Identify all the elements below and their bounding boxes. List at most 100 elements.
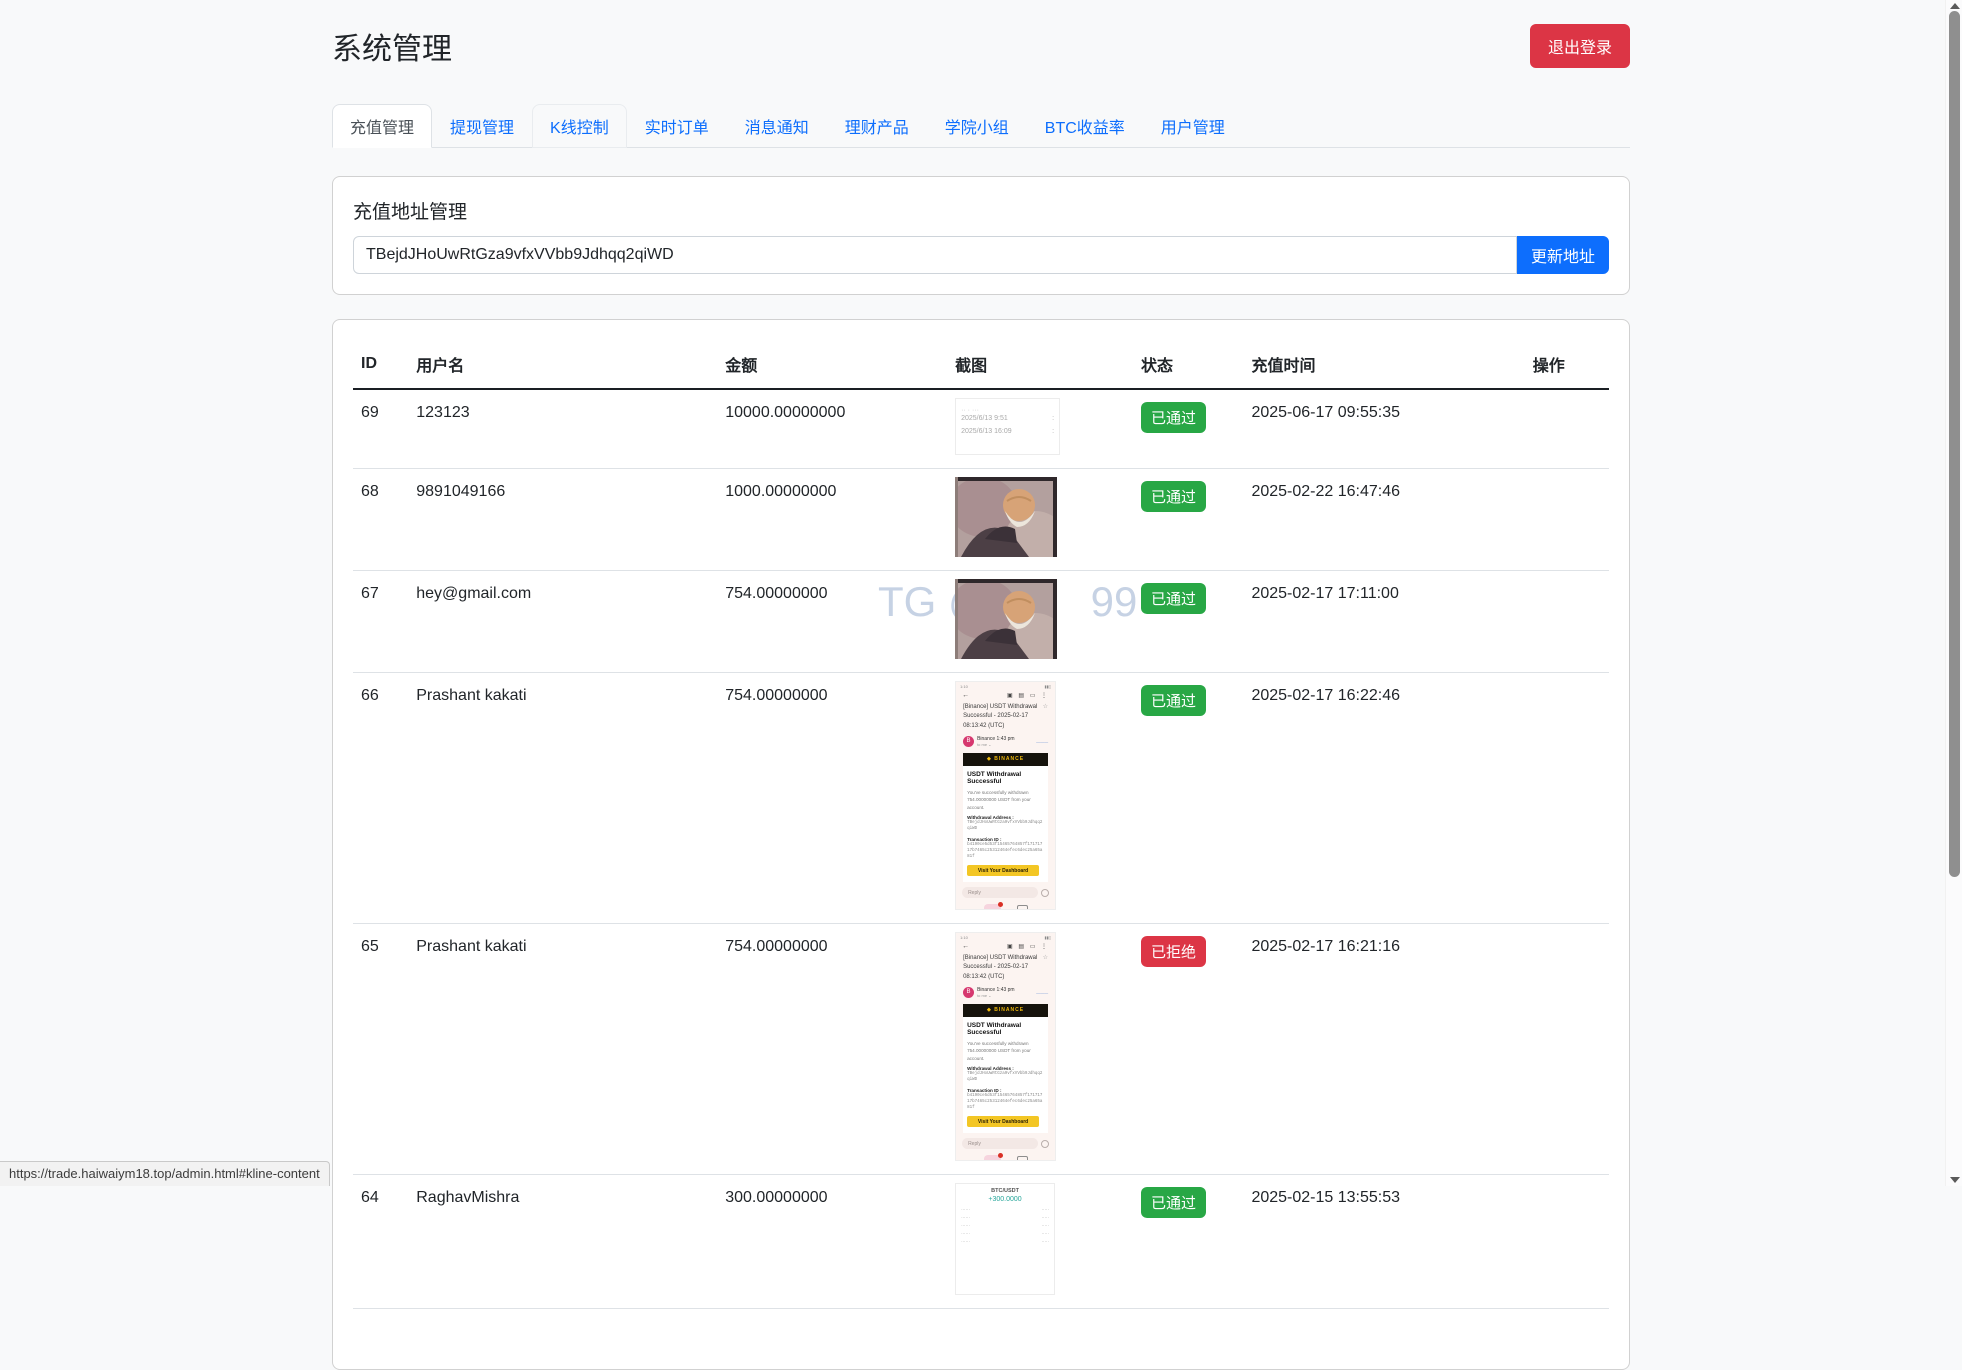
column-header-0: ID	[353, 340, 408, 389]
row-screenshot-cell: ·· · ···2025/6/13 9:51:2025/6/13 16:09:	[947, 389, 1133, 469]
tab-withdraw[interactable]: 提现管理	[432, 104, 532, 148]
row-time: 2025-02-22 16:47:46	[1243, 469, 1524, 571]
sender-meta: to me ⌄	[977, 742, 1015, 747]
phone-time: 1:10	[960, 935, 968, 940]
receipt-amount: +300.0000	[961, 1196, 1049, 1203]
withdrawal-address-value: TBejdJHoUwRtGza9vfxVVbb9Jdhqq2qiWD	[967, 820, 1044, 833]
screenshot-thumbnail-photo[interactable]	[955, 477, 1057, 557]
mail-sender-row: BBinance 1:43 pmto me ⌄ ———	[956, 734, 1055, 751]
tab-academy[interactable]: 学院小组	[927, 104, 1027, 148]
row-username: hey@gmail.com	[408, 571, 717, 673]
camera-app-icon	[1017, 905, 1028, 910]
tab-bar: 充值管理提现管理K线控制实时订单消息通知理财产品学院小组BTC收益率用户管理	[332, 104, 1630, 148]
update-address-button[interactable]: 更新地址	[1517, 236, 1609, 274]
row-actions	[1525, 673, 1609, 924]
star-icon: ☆	[1043, 954, 1048, 963]
receipt-label: ······	[961, 1230, 970, 1238]
row-screenshot-cell: 1:10▮▮▯←▣ ▤ ▭ ⋮☆[Binance] USDT Withdrawa…	[947, 924, 1133, 1175]
back-arrow-icon: ←	[962, 943, 969, 950]
status-badge: 已拒绝	[1141, 936, 1206, 967]
sender-name: Binance 1:43 pm	[977, 987, 1015, 993]
browser-scrollbar[interactable]	[1945, 0, 1962, 1186]
sender-avatar: B	[963, 736, 974, 747]
receipt-detail-row: ···········	[961, 1238, 1049, 1246]
logout-button[interactable]: 退出登录	[1530, 24, 1630, 68]
recharge-records-card: TG @ 99 ID用户名金额截图状态充值时间操作 6912312310000.…	[332, 319, 1630, 1370]
mail-subject: ☆[Binance] USDT Withdrawal Successful - …	[956, 702, 1055, 734]
recharge-address-input[interactable]	[353, 236, 1517, 274]
row-screenshot-cell	[947, 469, 1133, 571]
screenshot-thumbnail-photo[interactable]	[955, 579, 1057, 659]
column-header-2: 金额	[717, 340, 947, 389]
scrollbar-down-arrow-icon[interactable]	[1950, 1177, 1960, 1183]
row-time: 2025-02-15 13:55:53	[1243, 1175, 1524, 1309]
tab-products[interactable]: 理财产品	[827, 104, 927, 148]
row-actions	[1525, 469, 1609, 571]
row-username: Prashant kakati	[408, 924, 717, 1175]
screenshot-thumbnail-phone[interactable]: 1:10▮▮▯ ← ▣ ▤ ▭ ⋮ ☆[Binance] USDT Withdrawa…	[955, 681, 1056, 910]
row-status-cell: 已拒绝	[1133, 924, 1244, 1175]
row-id: 68	[353, 469, 408, 571]
mail-heading: USDT Withdrawal Successful	[967, 771, 1044, 785]
receipt-detail-row: ···········	[961, 1222, 1049, 1230]
mail-toolbar: ←▣ ▤ ▭ ⋮	[956, 940, 1055, 953]
table-row: 66Prashant kakati754.000000001:10▮▮▯←▣ ▤…	[353, 673, 1609, 924]
row-username: Prashant kakati	[408, 673, 717, 924]
table-header-row: ID用户名金额截图状态充值时间操作	[353, 340, 1609, 389]
row-actions	[1525, 571, 1609, 673]
visit-dashboard-button: Visit Your Dashboard	[967, 1116, 1039, 1127]
star-icon: ☆	[1043, 703, 1048, 712]
transaction-id-value: b4190ce5d53f15465764857f17171717b7465c25…	[967, 1093, 1044, 1112]
receipt-value: ·····	[1042, 1230, 1050, 1238]
status-badge: 已通过	[1141, 402, 1206, 433]
mail-body-card: USDT Withdrawal Successful You've success…	[963, 1017, 1048, 1134]
phone-battery-icon: ▮▮▯	[1044, 684, 1051, 689]
row-id: 69	[353, 389, 408, 469]
back-arrow-icon: ←	[962, 692, 969, 699]
main-container: 系统管理 退出登录 充值管理提现管理K线控制实时订单消息通知理财产品学院小组BT…	[332, 0, 1630, 1370]
mail-body-line: You've successfully withdrawn	[967, 789, 1044, 796]
phone-status-bar: 1:10▮▮▯	[956, 682, 1055, 689]
scrollbar-thumb[interactable]	[1949, 11, 1960, 877]
screenshot-thumbnail-phone[interactable]: 1:10▮▮▯←▣ ▤ ▭ ⋮☆[Binance] USDT Withdrawa…	[955, 932, 1056, 1161]
mail-heading: USDT Withdrawal Successful	[967, 1022, 1044, 1036]
unsubscribe-link: ———	[1036, 739, 1048, 744]
tab-notify[interactable]: 消息通知	[727, 104, 827, 148]
column-header-1: 用户名	[408, 340, 717, 389]
row-username: RaghavMishra	[408, 1175, 717, 1309]
tab-kline[interactable]: K线控制	[532, 104, 627, 148]
chat-dots: :	[1052, 426, 1054, 439]
mail-body-line: You've successfully withdrawn	[967, 1040, 1044, 1047]
mail-body-line: 754.00000000 USDT from your account.	[967, 1047, 1044, 1062]
tab-btc-rate[interactable]: BTC收益率	[1027, 104, 1143, 148]
tab-orders[interactable]: 实时订单	[627, 104, 727, 148]
screenshot-thumbnail-receipt[interactable]: BTC/USDT+300.0000·······················…	[955, 1183, 1055, 1295]
status-badge: 已通过	[1141, 481, 1206, 512]
link-preview-statusbar: https://trade.haiwaiym18.top/admin.html#…	[0, 1161, 330, 1186]
receipt-value: ·····	[1042, 1214, 1050, 1222]
mail-action-icons: ▣ ▤ ▭ ⋮	[1007, 692, 1049, 699]
tab-recharge[interactable]: 充值管理	[332, 104, 432, 148]
sender-name: Binance 1:43 pm	[977, 736, 1015, 742]
column-header-5: 充值时间	[1243, 340, 1524, 389]
row-amount: 300.00000000	[717, 1175, 947, 1309]
row-status-cell: 已通过	[1133, 1175, 1244, 1309]
table-row: 6898910491661000.00000000已通过2025-02-22 1…	[353, 469, 1609, 571]
screenshot-thumbnail-chat[interactable]: ·· · ···2025/6/13 9:51:2025/6/13 16:09:	[955, 398, 1060, 455]
column-header-4: 状态	[1133, 340, 1244, 389]
old-man-painting-image	[955, 579, 1057, 659]
mail-toolbar: ← ▣ ▤ ▭ ⋮	[956, 689, 1055, 702]
emoji-icon	[1041, 1140, 1049, 1148]
row-time: 2025-02-17 17:11:00	[1243, 571, 1524, 673]
tab-users[interactable]: 用户管理	[1143, 104, 1243, 148]
row-actions	[1525, 924, 1609, 1175]
sender-block: Binance 1:43 pmto me ⌄	[977, 987, 1015, 998]
chat-dots: :	[1052, 413, 1054, 426]
old-man-painting-image	[955, 477, 1057, 557]
row-id: 65	[353, 924, 408, 1175]
row-status-cell: 已通过	[1133, 673, 1244, 924]
row-actions	[1525, 389, 1609, 469]
phone-battery-icon: ▮▮▯	[1044, 935, 1051, 940]
receipt-value: ·····	[1042, 1222, 1050, 1230]
scrollbar-up-arrow-icon[interactable]	[1950, 3, 1960, 9]
